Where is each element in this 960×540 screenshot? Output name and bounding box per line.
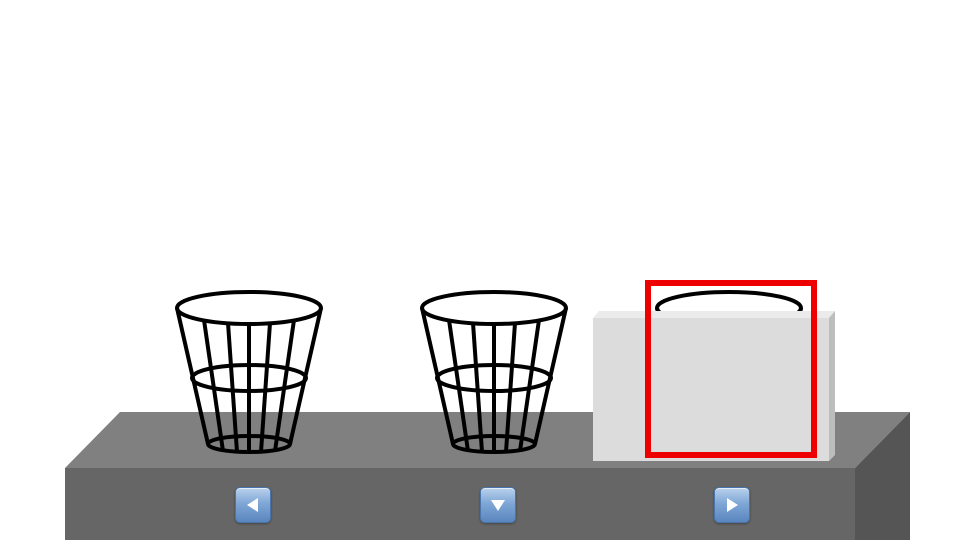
arrow-down-icon (491, 500, 505, 511)
arrow-right-icon (727, 498, 738, 512)
cover-box-side (829, 311, 835, 461)
cover-box-top (593, 311, 835, 318)
cover-box-front (593, 318, 829, 461)
cover-box (593, 311, 835, 461)
game-scene (65, 280, 910, 540)
arrow-left-icon (247, 498, 258, 512)
move-right-button[interactable] (714, 487, 750, 523)
drop-button[interactable] (480, 487, 516, 523)
move-left-button[interactable] (235, 487, 271, 523)
